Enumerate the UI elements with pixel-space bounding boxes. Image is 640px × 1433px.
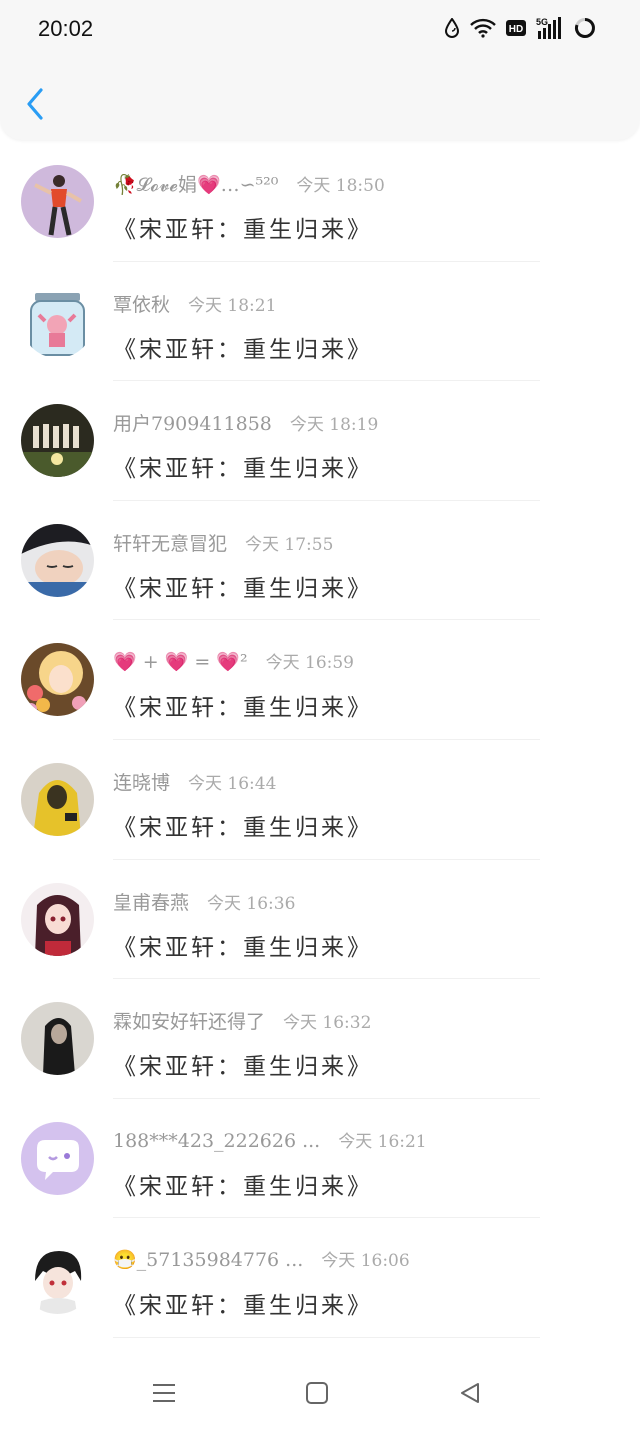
sender-name: 用户7909411858 (113, 413, 272, 436)
list-item[interactable]: 🥀𝓛𝓸𝓿𝓮娟💗…∽⁵²⁰ 今天 18:50 《宋亚轩：重生归来》 (0, 142, 640, 262)
message-time: 今天 16:36 (207, 893, 296, 914)
5g-signal-icon: 5G (536, 17, 564, 39)
back-nav-button[interactable] (455, 1378, 485, 1408)
dark-portrait-avatar[interactable] (21, 1002, 94, 1076)
status-icons: HD 5G (444, 16, 596, 40)
battery-ring-icon (574, 17, 596, 39)
sender-name: 皇甫春燕 (113, 891, 190, 914)
message-text: 《宋亚轩：重生归来》 (113, 336, 373, 363)
list-item[interactable]: 覃依秋 今天 18:21 《宋亚轩：重生归来》 (0, 262, 640, 382)
message-text: 《宋亚轩：重生归来》 (113, 814, 373, 841)
wifi-icon (470, 18, 496, 38)
menu-icon (153, 1384, 175, 1402)
list-item[interactable]: 188***423_222626 ... 今天 16:21 《宋亚轩：重生归来》 (0, 1099, 640, 1219)
message-time: 今天 18:21 (188, 295, 277, 316)
message-text: 《宋亚轩：重生归来》 (113, 217, 373, 243)
dancer-red-avatar[interactable] (21, 165, 94, 238)
sender-name: 覃依秋 (113, 293, 171, 316)
sender-name: 🥀𝓛𝓸𝓿𝓮娟💗…∽⁵²⁰ (113, 174, 279, 196)
message-text: 《宋亚轩：重生归来》 (113, 1054, 373, 1081)
message-text: 《宋亚轩：重生归来》 (113, 1293, 373, 1320)
net-label: 5G (536, 17, 548, 27)
anime-dark-hair-avatar[interactable] (21, 882, 94, 956)
message-time: 今天 16:32 (283, 1013, 372, 1034)
list-item[interactable]: 霖如安好轩还得了 今天 16:32 《宋亚轩：重生归来》 (0, 979, 640, 1099)
sender-name: 188***423_222626 ... (113, 1129, 321, 1152)
home-square-icon (306, 1382, 328, 1404)
chevron-left-icon (27, 88, 43, 120)
divider (113, 1336, 540, 1338)
header-card: 20:02 HD 5G (0, 0, 640, 140)
status-time: 20:02 (38, 16, 94, 41)
home-button[interactable] (302, 1378, 332, 1408)
sender-name: 霖如安好轩还得了 (113, 1011, 266, 1034)
message-time: 今天 16:44 (188, 773, 277, 794)
hd-label: HD (509, 24, 523, 35)
anime-boy-avatar[interactable] (21, 1241, 94, 1315)
sender-name: 💗 + 💗 = 💗² (113, 651, 248, 674)
list-item[interactable]: 💗 + 💗 = 💗² 今天 16:59 《宋亚轩：重生归来》 (0, 620, 640, 740)
drop-icon (444, 18, 460, 38)
message-text: 《宋亚轩：重生归来》 (113, 456, 373, 483)
message-time: 今天 17:55 (245, 534, 334, 555)
hd-badge-icon: HD (506, 20, 526, 36)
message-time: 今天 16:06 (321, 1251, 410, 1272)
list-item[interactable]: 连晓博 今天 16:44 《宋亚轩：重生归来》 (0, 740, 640, 860)
navigation-bar (0, 1350, 640, 1433)
sender-name: 😷_57135984776 ... (113, 1249, 304, 1272)
message-list: 🥀𝓛𝓸𝓿𝓮娟💗…∽⁵²⁰ 今天 18:50 《宋亚轩：重生归来》 覃依秋 今天 18… (0, 142, 640, 1338)
sender-name: 轩轩无意冒犯 (113, 532, 228, 555)
default-chat-avatar[interactable] (21, 1121, 94, 1195)
message-text: 《宋亚轩：重生归来》 (113, 695, 373, 722)
message-time: 今天 18:50 (296, 176, 385, 196)
list-item[interactable]: 皇甫春燕 今天 16:36 《宋亚轩：重生归来》 (0, 860, 640, 980)
anime-girl-flowers-avatar[interactable] (21, 643, 94, 717)
list-item[interactable]: 用户7909411858 今天 18:19 《宋亚轩：重生归来》 (0, 381, 640, 501)
sleeping-boy-avatar[interactable] (21, 523, 94, 597)
message-time: 今天 16:21 (338, 1131, 427, 1152)
menu-button[interactable] (149, 1378, 179, 1408)
status-bar: 20:02 HD 5G (0, 0, 640, 56)
sender-name: 连晓博 (113, 771, 171, 794)
message-text: 《宋亚轩：重生归来》 (113, 1173, 373, 1200)
back-triangle-icon (461, 1383, 479, 1403)
message-text: 《宋亚轩：重生归来》 (113, 575, 373, 602)
group-photo-avatar[interactable] (21, 404, 94, 478)
back-button[interactable] (20, 86, 50, 122)
message-time: 今天 18:19 (289, 415, 379, 436)
jar-girl-avatar[interactable] (21, 284, 94, 358)
list-item[interactable]: 😷_57135984776 ... 今天 16:06 《宋亚轩：重生归来》 (0, 1218, 640, 1338)
message-text: 《宋亚轩：重生归来》 (113, 934, 373, 961)
list-item[interactable]: 轩轩无意冒犯 今天 17:55 《宋亚轩：重生归来》 (0, 501, 640, 621)
yellow-hoodie-avatar[interactable] (21, 762, 94, 836)
message-time: 今天 16:59 (265, 653, 354, 674)
